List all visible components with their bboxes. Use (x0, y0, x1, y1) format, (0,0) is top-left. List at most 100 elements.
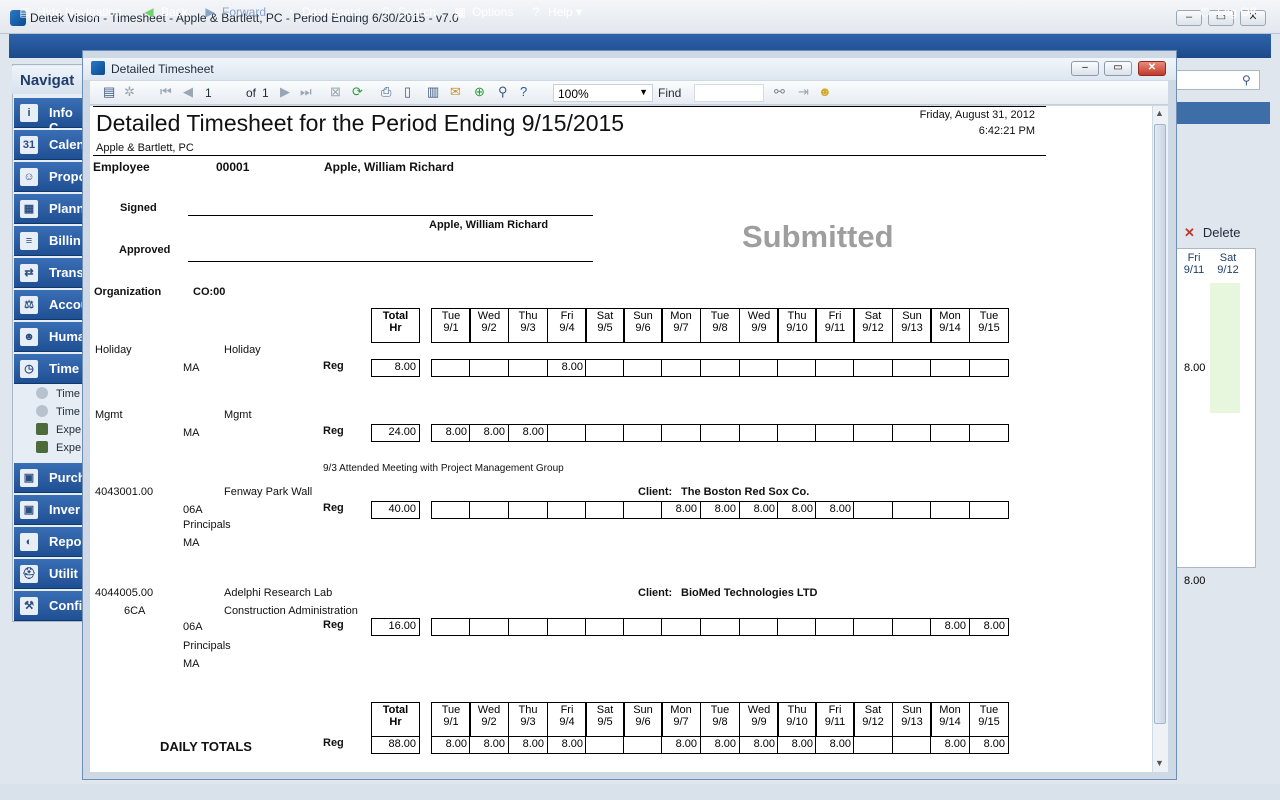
human-resources-icon: ☻ (20, 328, 38, 346)
dialog-minimize-button[interactable]: – (1071, 61, 1099, 76)
zoom-icon[interactable]: ⚲ (498, 84, 508, 100)
options-button[interactable]: ▦ Options (453, 5, 513, 19)
nav-human-resources[interactable]: ☻ Huma (14, 322, 85, 352)
help-circle-icon[interactable]: ? (520, 84, 527, 99)
next-page-icon[interactable]: ▶ (280, 84, 290, 100)
day-value-cell (585, 736, 625, 754)
day-value-cell: 8.00 (930, 618, 970, 636)
day-date: 9/10 (786, 716, 808, 728)
nav-sub-time-2[interactable]: Time (36, 405, 80, 418)
day-name: Wed (747, 704, 771, 716)
nav-accounting[interactable]: ⚖ Accou (14, 290, 89, 320)
day-value-cell (661, 424, 701, 442)
day-name: Tue (710, 704, 730, 716)
nav-sub-time-1[interactable]: Time (36, 387, 80, 400)
day-header: Thu 9/10 (777, 308, 817, 343)
row-total-cell: 8.00 (371, 359, 420, 377)
total-header-line2: Hr (389, 716, 402, 728)
help-button[interactable]: ? Help ▾ (529, 5, 582, 19)
project-name: Holiday (224, 344, 261, 356)
hide-navigation-button[interactable]: ▤ Hide Navigation (18, 5, 121, 19)
day-value-cell (623, 359, 663, 377)
day-value-cell (508, 359, 548, 377)
previous-page-icon[interactable]: ◀ (183, 84, 193, 100)
face-icon[interactable]: ☻ (818, 84, 832, 99)
find-binoculars-icon[interactable]: ⚯ (774, 84, 785, 100)
row-total-cell: 88.00 (371, 736, 420, 754)
page-number-input[interactable]: 1 (205, 86, 241, 100)
day-header: Wed 9/2 (469, 702, 509, 737)
nav-time[interactable]: ◷ Time (14, 354, 84, 384)
project-name: Fenway Park Wall (224, 486, 313, 498)
day-value-cell (700, 359, 740, 377)
nav-configuration[interactable]: ⚒ Confi (14, 591, 84, 621)
export-icon[interactable]: ⊕ (474, 84, 485, 100)
day-value-cell (930, 501, 970, 519)
help-icon: ? (532, 5, 540, 19)
find-input[interactable] (694, 84, 764, 102)
document-map-icon[interactable]: ▤ (103, 84, 115, 100)
day-name: Sat (864, 704, 882, 716)
labor-category: Principals (183, 519, 231, 531)
forward-button[interactable]: ▶ Forward (203, 5, 266, 19)
scroll-down-icon[interactable]: ▼ (1155, 758, 1164, 768)
employee-id: 00001 (216, 160, 250, 174)
nav-proposals[interactable]: ☺ Propo (14, 162, 87, 192)
nav-transactions[interactable]: ⇄ Trans (14, 258, 84, 288)
background-col-fri: Fri 9/11 (1183, 252, 1205, 276)
day-name: Tue (441, 310, 461, 322)
client-label: Client: (638, 587, 673, 599)
find-next-icon[interactable]: ⇥ (798, 84, 809, 100)
page-setup-icon[interactable]: ▥ (427, 84, 439, 100)
delete-icon: ✕ (1184, 225, 1195, 240)
organization-label: Organization (94, 286, 162, 298)
day-date: 9/3 (520, 322, 536, 334)
page-of-label: of (246, 86, 257, 100)
nav-utilities[interactable]: ⛑ Utilit (14, 559, 84, 589)
nav-sub-expense-1[interactable]: Expe (36, 423, 81, 436)
day-name: Fri (560, 704, 574, 716)
dashboard-button[interactable]: ◔ Dashboard (283, 5, 360, 19)
parameters-icon[interactable]: ✲ (124, 84, 135, 100)
nav-calendar[interactable]: 31 Calen (14, 130, 84, 160)
scrollbar-thumb[interactable] (1154, 124, 1166, 724)
nav-sub-expense-2[interactable]: Expe (36, 441, 81, 454)
scroll-up-icon[interactable]: ▲ (1155, 108, 1164, 118)
refresh-icon[interactable]: ⟳ (352, 84, 363, 100)
zoom-select[interactable]: 100% ▼ (553, 84, 653, 102)
nav-reporting[interactable]: ◐ Repo (14, 527, 84, 557)
dialog-restore-button[interactable]: ▭ (1104, 61, 1132, 76)
last-page-icon[interactable]: ⏭ (300, 84, 312, 100)
nav-planning[interactable]: ▦ Plann (14, 194, 84, 224)
day-value-cell (585, 618, 625, 636)
dialog-close-button[interactable]: ✕ (1138, 61, 1166, 76)
signed-label: Signed (120, 202, 157, 214)
day-date: 9/4 (559, 716, 575, 728)
day-header: Mon 9/14 (930, 308, 970, 343)
total-header-line2: Hr (389, 322, 402, 334)
nav-purchasing[interactable]: ▣ Purch (14, 463, 86, 493)
log-off-button[interactable]: ⏻ Log Off (1198, 5, 1256, 20)
day-value-cell (508, 501, 548, 519)
email-icon[interactable]: ✉ (450, 84, 461, 100)
nav-inventory[interactable]: ▣ Inver (14, 495, 84, 525)
back-button[interactable]: ◀ Back (142, 5, 187, 19)
day-value-cell: 8.00 (700, 736, 740, 754)
day-value-cell (431, 359, 471, 377)
print-layout-icon[interactable]: ▯ (404, 84, 411, 100)
day-header: Fri 9/4 (547, 308, 587, 343)
background-search-icon[interactable]: ⚲ (1242, 73, 1251, 87)
print-icon[interactable]: ⎙ (381, 84, 391, 100)
search-button[interactable]: ⚲ Search (379, 5, 436, 19)
day-value-cell: 8.00 (777, 501, 817, 519)
day-value-cell (853, 501, 893, 519)
day-value-cell (585, 501, 625, 519)
nav-billing[interactable]: ≡ Billin (14, 226, 84, 256)
delete-button[interactable]: ✕ Delete (1184, 225, 1240, 241)
stop-icon[interactable]: ⊠ (330, 84, 341, 100)
day-value-cell: 8.00 (508, 424, 548, 442)
first-page-icon[interactable]: ⏮ (160, 84, 172, 100)
find-label[interactable]: Find (658, 86, 694, 100)
nav-info-center[interactable]: i Info C (14, 98, 84, 135)
day-name: Wed (477, 704, 501, 716)
